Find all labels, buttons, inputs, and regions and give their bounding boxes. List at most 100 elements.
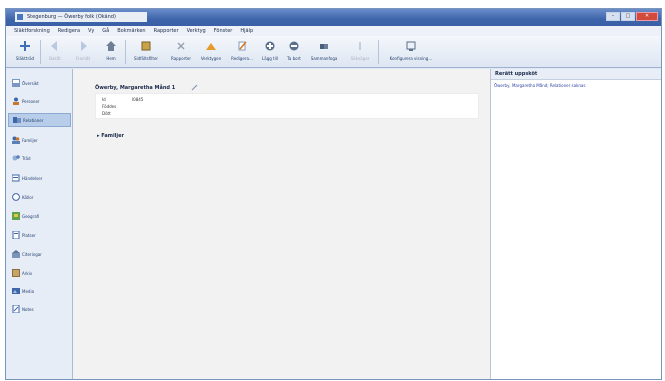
forward-button-label: Framåt	[75, 56, 91, 61]
menu-view[interactable]: Vy	[88, 28, 94, 34]
sidebar-filter-button[interactable]: Sidfältsfilter	[126, 36, 166, 68]
geography-icon	[12, 212, 20, 220]
families-section[interactable]: ▸ Familjer	[97, 133, 124, 139]
sidebar-item-label: Familjer	[22, 137, 38, 143]
reports-button[interactable]: Rapporter	[166, 36, 196, 68]
add-button-label: Lägg till	[262, 56, 278, 61]
repositories-icon	[12, 269, 20, 277]
people-icon	[13, 97, 19, 105]
tools-button-label: Verktygen	[200, 56, 222, 61]
sidebar-item-people[interactable]: Personer	[8, 94, 71, 108]
sidebar-item-sources[interactable]: Källor	[8, 190, 71, 204]
sidebar-item-dashboard[interactable]: Översikt	[8, 76, 71, 90]
families-section-title: Familjer	[101, 133, 124, 139]
add-button[interactable]: Lägg till	[258, 36, 282, 68]
configure-view-button-label: Konfigurera visning…	[389, 56, 433, 61]
sidebar-item-label: Händelser	[22, 175, 43, 181]
sidebar-item-label: Platser	[22, 232, 36, 238]
path-icon	[354, 40, 366, 52]
minimize-button[interactable]: –	[606, 12, 620, 21]
gramplet-person-link[interactable]: Öwerby, Margaretha Månd; Relationer sakn…	[494, 83, 585, 88]
citations-icon	[12, 250, 20, 258]
sidebar-item-label: Geografi	[22, 213, 40, 219]
sidebar-item-repositories[interactable]: Arkiv	[8, 266, 71, 280]
sidebar-item-notes[interactable]: Notes	[8, 302, 71, 316]
gramplet-tab[interactable]: Rerätt uppsköt	[491, 69, 661, 80]
tree-button-label: Släktträd	[15, 56, 35, 61]
sidebar-item-label: Personer	[22, 98, 40, 104]
path-button-label: Sökvägar	[350, 56, 370, 61]
sidebar-item-label: Översikt	[22, 80, 39, 86]
edit-icon	[236, 40, 248, 52]
menu-bar: Släktforskning Redigera Vy Gå Bokmärken …	[6, 26, 661, 36]
merge-icon	[318, 40, 330, 52]
media-icon	[12, 288, 20, 294]
tree-icon	[19, 40, 31, 52]
edit-person-icon[interactable]	[191, 84, 198, 91]
detail-label-death: Dött	[102, 111, 111, 116]
tree-chart-icon	[12, 155, 20, 161]
menu-help[interactable]: Hjälp	[240, 28, 253, 34]
home-icon	[105, 40, 117, 52]
active-person-name[interactable]: Öwerby, Margaretha Månd 1	[95, 85, 175, 91]
menu-tools[interactable]: Verktyg	[187, 28, 206, 34]
edit-button[interactable]: Redigera…	[226, 36, 258, 68]
tools-icon	[205, 40, 217, 52]
add-icon	[264, 40, 276, 52]
notes-icon	[12, 305, 20, 313]
relationship-view: Öwerby, Margaretha Månd 1 Id I0845 Födde…	[73, 69, 490, 379]
close-button[interactable]: ✕	[636, 12, 658, 21]
tree-button[interactable]: Släktträd	[10, 36, 40, 68]
sidebar-item-label: Relationer	[23, 117, 44, 123]
toolbar: Släktträd Bakåt Framåt Hem Sidfältsfilte…	[6, 36, 661, 68]
app-icon	[17, 14, 23, 20]
back-arrow-icon	[49, 40, 61, 52]
remove-icon	[288, 40, 300, 52]
home-button-label: Hem	[106, 56, 116, 61]
sidebar-item-geography[interactable]: Geografi	[8, 209, 71, 223]
window-title: Stegenburg — Öwerby folk (Okänd)	[15, 12, 147, 22]
window-title-text: Stegenburg — Öwerby folk (Okänd)	[27, 14, 116, 20]
remove-button[interactable]: Ta bort	[282, 36, 306, 68]
menu-bookmarks[interactable]: Bokmärken	[117, 28, 145, 34]
merge-button[interactable]: Sammanfoga	[306, 36, 342, 68]
sidebar-item-places[interactable]: Platser	[8, 228, 71, 242]
menu-edit[interactable]: Redigera	[58, 28, 80, 34]
menu-reports[interactable]: Rapporter	[154, 28, 179, 34]
sidebar-filter-button-label: Sidfältsfilter	[133, 56, 159, 61]
tools-button[interactable]: Verktygen	[196, 36, 226, 68]
sidebar-item-label: Citeringar	[22, 251, 42, 257]
sidebar-item-families[interactable]: Familjer	[8, 133, 71, 147]
maximize-button[interactable]: □	[621, 12, 635, 21]
relationships-icon	[13, 117, 21, 123]
menu-windows[interactable]: Fönster	[214, 28, 233, 34]
events-icon	[12, 174, 20, 182]
sidebar-item-label: Källor	[22, 194, 34, 200]
home-button[interactable]: Hem	[97, 36, 125, 68]
sidebar-item-events[interactable]: Händelser	[8, 171, 71, 185]
places-icon	[12, 231, 20, 239]
menu-go[interactable]: Gå	[102, 28, 109, 34]
sources-icon	[12, 193, 20, 201]
back-button[interactable]: Bakåt	[41, 36, 69, 68]
forward-button[interactable]: Framåt	[69, 36, 97, 68]
menu-family-trees[interactable]: Släktforskning	[14, 28, 50, 34]
application-window: Stegenburg — Öwerby folk (Okänd) – □ ✕ S…	[5, 8, 662, 380]
sidebar-item-citations[interactable]: Citeringar	[8, 247, 71, 261]
configure-view-icon	[405, 40, 417, 52]
remove-button-label: Ta bort	[287, 56, 301, 61]
detail-label-birth: Föddes	[102, 104, 117, 109]
back-button-label: Bakåt	[49, 56, 61, 61]
sidebar-item-relationships[interactable]: Relationer	[8, 113, 71, 127]
path-button[interactable]: Sökvägar	[342, 36, 378, 68]
window-controls: – □ ✕	[606, 12, 658, 21]
edit-button-label: Redigera…	[231, 56, 253, 61]
gramplet-pane: Rerätt uppsköt Öwerby, Margaretha Månd; …	[490, 69, 661, 379]
title-bar[interactable]: Stegenburg — Öwerby folk (Okänd) – □ ✕	[6, 9, 661, 26]
sidebar-item-media[interactable]: Media	[8, 284, 71, 298]
sidebar-item-label: Notes	[22, 306, 34, 312]
forward-arrow-icon	[77, 40, 89, 52]
configure-view-button[interactable]: Konfigurera visning…	[379, 36, 443, 68]
merge-button-label: Sammanfoga	[310, 56, 338, 61]
sidebar-item-tree[interactable]: Träd	[8, 151, 71, 165]
